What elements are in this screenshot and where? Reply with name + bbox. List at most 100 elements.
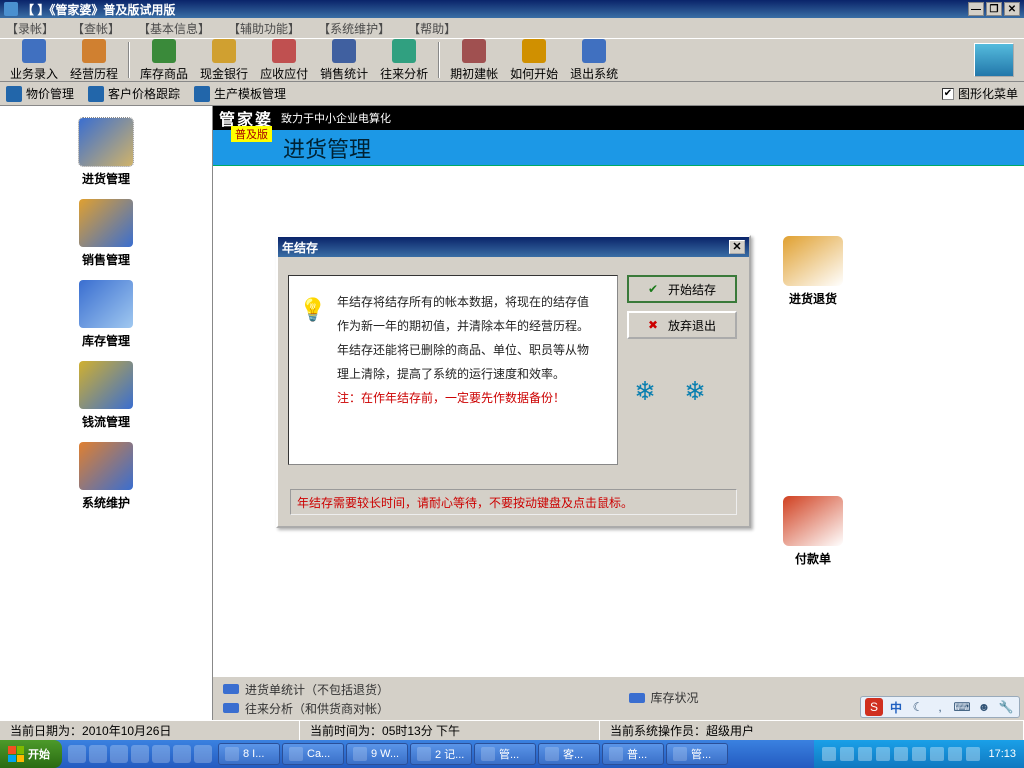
ql-icon[interactable]	[152, 745, 170, 763]
menu-item[interactable]: 【录帐】	[6, 20, 54, 37]
action-shortcut[interactable]: 进货退货	[783, 236, 843, 307]
ime-button[interactable]: S	[865, 698, 883, 716]
taskbar-task[interactable]: Ca...	[282, 743, 344, 765]
toolbar-button[interactable]: 往来分析	[374, 39, 434, 82]
toolbar-button[interactable]: 库存商品	[134, 39, 194, 82]
cross-icon: ✖	[648, 318, 662, 332]
sidebar-item[interactable]: 进货管理	[79, 118, 133, 187]
menu-item[interactable]: 【基本信息】	[138, 20, 210, 37]
tray-icon[interactable]	[876, 747, 890, 761]
abandon-exit-button[interactable]: ✖ 放弃退出	[627, 311, 737, 339]
ql-icon[interactable]	[68, 745, 86, 763]
tray-icon[interactable]	[894, 747, 908, 761]
toolbar-button[interactable]: 如何开始	[504, 39, 564, 82]
menu-item[interactable]: 【查帐】	[72, 20, 120, 37]
ql-icon[interactable]	[131, 745, 149, 763]
sidebar-label: 销售管理	[82, 251, 130, 268]
link-icon	[223, 703, 239, 713]
ime-toolbar[interactable]: S中☾,⌨☻🔧	[860, 696, 1020, 718]
taskbar-task[interactable]: 客...	[538, 743, 600, 765]
menu-item[interactable]: 【系统维护】	[318, 20, 390, 37]
sidebar-icon	[79, 361, 133, 409]
sidebar-label: 系统维护	[82, 494, 130, 511]
status-user: 当前系统操作员：超级用户	[600, 721, 1024, 740]
taskbar-task[interactable]: 普...	[602, 743, 664, 765]
ime-button[interactable]: 中	[887, 698, 905, 716]
toolbar-button[interactable]: 退出系统	[564, 39, 624, 82]
taskbar-task[interactable]: 9 W...	[346, 743, 408, 765]
item-icon	[6, 86, 22, 102]
secondary-toolbar-item[interactable]: 物价管理	[6, 85, 74, 102]
sidebar-item[interactable]: 库存管理	[79, 280, 133, 349]
taskbar-task[interactable]: 管...	[666, 743, 728, 765]
quick-link[interactable]: 往来分析（和供货商对帐）	[223, 700, 619, 717]
ime-button[interactable]: 🔧	[997, 698, 1015, 716]
toolbar-button[interactable]: 销售统计	[314, 39, 374, 82]
task-icon	[353, 747, 367, 761]
checkbox-label: 图形化菜单	[958, 85, 1018, 102]
task-icon	[673, 747, 687, 761]
dialog-close-button[interactable]: ✕	[729, 240, 745, 254]
tray-icon[interactable]	[912, 747, 926, 761]
task-icon	[289, 747, 303, 761]
dialog-body-text: 年结存将结存所有的帐本数据，将现在的结存值作为新一年的期初值，并清除本年的经营历…	[337, 290, 599, 386]
sidebar-item[interactable]: 销售管理	[79, 199, 133, 268]
ql-icon[interactable]	[110, 745, 128, 763]
toolbar-label: 库存商品	[140, 65, 188, 82]
restore-button[interactable]: ❐	[986, 2, 1002, 16]
close-button[interactable]: ✕	[1004, 2, 1020, 16]
minimize-button[interactable]: ―	[968, 2, 984, 16]
taskbar-task[interactable]: 管...	[474, 743, 536, 765]
graphical-menu-checkbox[interactable]: ✔ 图形化菜单	[942, 85, 1018, 102]
toolbar-button[interactable]: 业务录入	[4, 39, 64, 82]
toolbar-icon	[582, 39, 606, 63]
ql-icon[interactable]	[173, 745, 191, 763]
ql-icon[interactable]	[194, 745, 212, 763]
sidebar-item[interactable]: 系统维护	[79, 442, 133, 511]
toolbar-button[interactable]: 应收应付	[254, 39, 314, 82]
toolbar-label: 应收应付	[260, 65, 308, 82]
taskbar-task[interactable]: 2 记...	[410, 743, 472, 765]
dialog-title-text: 年结存	[282, 239, 318, 256]
menubar: 【录帐】 【查帐】 【基本信息】 【辅助功能】 【系统维护】 【帮助】	[0, 18, 1024, 38]
float-panel-icon[interactable]	[974, 43, 1014, 77]
toolbar-button[interactable]: 期初建帐	[444, 39, 504, 82]
tray-icon[interactable]	[858, 747, 872, 761]
menu-item[interactable]: 【辅助功能】	[228, 20, 300, 37]
titlebar-icon	[4, 2, 18, 16]
action-shortcut[interactable]: 付款单	[783, 496, 843, 567]
sidebar-icon	[79, 118, 133, 166]
tray-icon[interactable]	[822, 747, 836, 761]
ime-button[interactable]: ☻	[975, 698, 993, 716]
task-icon	[481, 747, 495, 761]
taskbar-task[interactable]: 8 I...	[218, 743, 280, 765]
tray-icon[interactable]	[948, 747, 962, 761]
check-icon: ✔	[648, 282, 662, 296]
start-settle-button[interactable]: ✔ 开始结存	[627, 275, 737, 303]
toolbar-icon	[22, 39, 46, 63]
slogan-text: 致力于中小企业电算化	[281, 110, 391, 126]
ime-button[interactable]: ⌨	[953, 698, 971, 716]
item-icon	[194, 86, 210, 102]
sidebar-icon	[79, 199, 133, 247]
tray-icon[interactable]	[930, 747, 944, 761]
start-button[interactable]: 开始	[0, 740, 62, 768]
dialog-titlebar: 年结存 ✕	[278, 237, 749, 257]
ime-button[interactable]: ,	[931, 698, 949, 716]
toolbar-label: 经营历程	[70, 65, 118, 82]
menu-item[interactable]: 【帮助】	[408, 20, 456, 37]
toolbar-label: 期初建帐	[450, 65, 498, 82]
secondary-toolbar-item[interactable]: 生产模板管理	[194, 85, 286, 102]
ql-icon[interactable]	[89, 745, 107, 763]
tray-icon[interactable]	[840, 747, 854, 761]
tray-icon[interactable]	[966, 747, 980, 761]
toolbar-label: 退出系统	[570, 65, 618, 82]
toolbar-button[interactable]: 现金银行	[194, 39, 254, 82]
secondary-toolbar-item[interactable]: 客户价格跟踪	[88, 85, 180, 102]
toolbar-button[interactable]: 经营历程	[64, 39, 124, 82]
separator	[128, 42, 130, 78]
app-titlebar: 【 】《管家婆》普及版试用版 ― ❐ ✕	[0, 0, 1024, 18]
sidebar-item[interactable]: 钱流管理	[79, 361, 133, 430]
quick-link[interactable]: 进货单统计（不包括退货）	[223, 681, 619, 698]
ime-button[interactable]: ☾	[909, 698, 927, 716]
